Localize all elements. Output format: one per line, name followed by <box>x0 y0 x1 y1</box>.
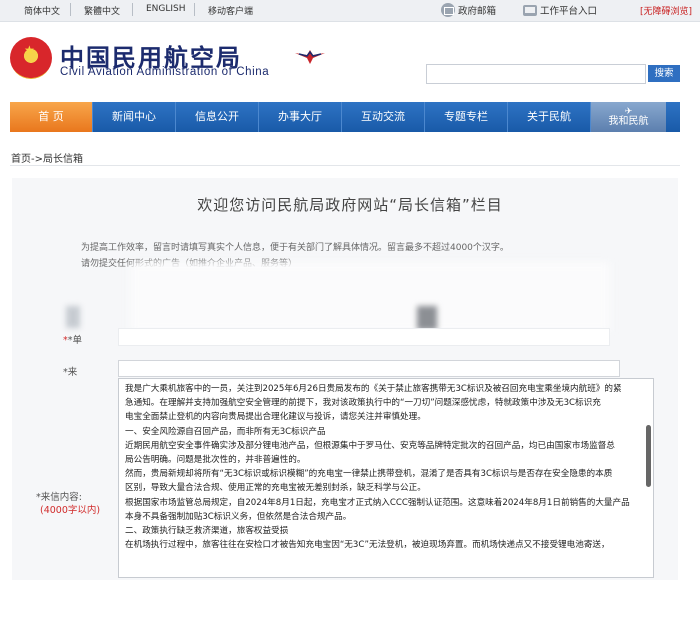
divider <box>194 3 195 16</box>
message-line: 二、政策执行缺乏救济渠道，旅客权益受损 <box>125 526 289 537</box>
divider <box>10 165 680 166</box>
divider <box>132 3 133 16</box>
field-unit-text: *单 <box>67 335 83 346</box>
monitor-icon <box>523 5 537 16</box>
lang-simplified-link[interactable]: 简体中文 <box>24 4 60 17</box>
page-title: 欢迎您访问民航局政府网站“局长信箱”栏目 <box>197 196 503 214</box>
redacted-mark <box>417 306 437 330</box>
nav-about-caac[interactable]: 关于民航 <box>508 102 591 132</box>
message-line: 然而，贵局新规却将所有“无3C标识或标识模糊”的充电宝一律禁止携带登机，混淆了是… <box>125 469 613 480</box>
message-line: 根据国家市场监管总局规定，自2024年8月1日起，充电宝才正式纳入CCC强制认证… <box>125 497 630 508</box>
nav-me-and-caac[interactable]: ✈ 我和民航 <box>591 102 666 132</box>
nav-service-hall[interactable]: 办事大厅 <box>259 102 342 132</box>
main-nav: 首 页 新闻中心 信息公开 办事大厅 互动交流 专题专栏 关于民航 ✈ 我和民航 <box>10 102 680 132</box>
gov-mail-link[interactable]: 政府邮箱 <box>441 3 496 17</box>
source-field[interactable] <box>118 360 620 377</box>
search-input[interactable] <box>426 64 646 84</box>
nav-me-and-caac-label: 我和民航 <box>608 116 649 127</box>
divider <box>70 3 71 16</box>
breadcrumb[interactable]: 首页->局长信箱 <box>11 150 83 165</box>
nav-info-disclosure[interactable]: 信息公开 <box>176 102 259 132</box>
site-title-en: Civil Aviation Administration of China <box>60 66 270 78</box>
nav-home[interactable]: 首 页 <box>10 102 93 132</box>
mobile-client-link[interactable]: 移动客户端 <box>208 4 253 17</box>
message-line: 近期民用航空安全事件确实涉及部分锂电池产品，但根源集中于罗马仕、安克等品牌特定批… <box>125 440 615 451</box>
workbench-link[interactable]: 工作平台入口 <box>523 3 597 17</box>
message-line: 本身不具备强制加贴3C标识义务，但依然是合法合规产品。 <box>125 511 352 522</box>
search-button[interactable]: 搜索 <box>648 65 680 82</box>
message-line: 在机场执行过程中，旅客往往在安检口才被告知充电宝因“无3C”无法登机，被迫现场弃… <box>125 540 610 551</box>
workbench-label: 工作平台入口 <box>540 6 598 17</box>
textarea-scrollbar[interactable] <box>646 425 651 487</box>
message-line: 一、安全风险源自召回产品，而非所有无3C标识产品 <box>125 426 326 437</box>
message-line: 局公告明确。问题是批次性的，并非普遍性的。 <box>125 455 306 466</box>
mail-icon <box>441 3 455 17</box>
accessibility-link[interactable]: [无障碍浏览] <box>640 4 692 17</box>
field-source-label: *来 <box>63 367 78 378</box>
nav-news-center[interactable]: 新闻中心 <box>93 102 176 132</box>
content-limit-label: (4000字以内) <box>40 505 101 516</box>
redacted-area <box>130 262 610 332</box>
national-emblem-logo <box>10 37 52 79</box>
lang-english-link[interactable]: ENGLISH <box>146 4 186 14</box>
message-line: 急通知。在理解并支持加强航空安全管理的前提下，我对该政策执行中的“一刀切”问题深… <box>125 398 601 409</box>
message-line: 电宝全面禁止登机的内容向贵局提出合理化建议与投诉，请您关注并审慎处理。 <box>125 412 426 423</box>
caac-wing-logo <box>295 50 325 64</box>
message-content-textarea[interactable]: 我是广大乘机旅客中的一员，关注到2025年6月26日贵局发布的《关于禁止旅客携带… <box>118 378 654 578</box>
redacted-mark <box>66 306 80 328</box>
nav-special-topics[interactable]: 专题专栏 <box>425 102 508 132</box>
message-line: 我是广大乘机旅客中的一员，关注到2025年6月26日贵局发布的《关于禁止旅客携带… <box>125 384 622 394</box>
gov-mail-label: 政府邮箱 <box>458 6 497 17</box>
content-label: *来信内容: <box>36 492 82 503</box>
nav-interaction[interactable]: 互动交流 <box>342 102 425 132</box>
notice-line-1: 为提高工作效率，留言时请填写真实个人信息，便于有关部门了解具体情况。留言最多不超… <box>81 243 509 253</box>
unit-field[interactable] <box>118 328 610 346</box>
message-line: 区别，导致大量合法合规、使用正常的充电宝被无差别封杀，缺乏科学与公正。 <box>125 483 426 494</box>
field-unit-label: **单 <box>63 332 82 346</box>
lang-traditional-link[interactable]: 繁體中文 <box>84 4 120 17</box>
airplane-icon: ✈ <box>624 107 633 117</box>
top-utility-bar: 简体中文 繁體中文 ENGLISH 移动客户端 政府邮箱 工作平台入口 [无障碍… <box>0 0 700 22</box>
